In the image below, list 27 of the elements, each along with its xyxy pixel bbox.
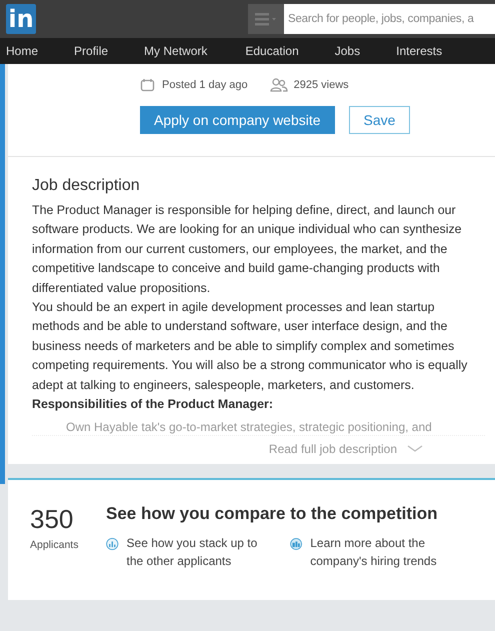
section-heading: Job description <box>32 177 141 195</box>
save-button[interactable]: Save <box>348 106 410 134</box>
applicant-label: Applicants <box>30 539 80 552</box>
menu-button[interactable] <box>248 4 284 34</box>
logo[interactable]: in <box>6 4 36 34</box>
menu-icon <box>255 12 277 26</box>
faded-bullet-text: Own Hayable tak's go-to-market strategies, strategic positioning, and <box>32 420 485 436</box>
competition-link[interactable]: See how you stack up to the other applicants <box>126 534 276 570</box>
chevron-down-icon <box>407 445 423 454</box>
people-icon <box>270 78 288 92</box>
nav-link[interactable]: Education <box>245 44 299 58</box>
description-paragraph: You should be an expert in agile development processes and lean startup methods and be able to understand software, user interface design, and the business needs of marketers and be able to simplify complex and sometimes competing requirements. You will also be a strong communicator who is equally adept at talking to engineers, salespeople, marketers, and customers. <box>32 299 468 394</box>
nav-link[interactable]: Profile <box>74 44 108 58</box>
calendar-icon <box>140 78 156 92</box>
search-field[interactable]: Search for people, jobs, companies, a <box>284 4 495 34</box>
apply-button[interactable]: Apply on company website <box>140 106 335 134</box>
subheading: Responsibilities of the Product Manager: <box>32 396 274 414</box>
competition-link[interactable]: Learn more about the company's hiring trends <box>310 534 460 570</box>
description-paragraph: The Product Manager is responsible for helping define, direct, and launch our software products. We are looking for an unique individual who can synthesize information from our current customers, our employees, the market, and the competitive landscape to conceive and build game-changing products with differentiated value propositions. <box>32 202 463 297</box>
nav-link[interactable]: Home <box>6 44 38 58</box>
nav-link[interactable]: Interests <box>396 44 442 58</box>
posted-date: Posted 1 day ago <box>162 79 248 91</box>
nav-link[interactable]: My Network <box>144 44 208 58</box>
view-count: 2925 views <box>294 79 349 91</box>
competition-title: See how you compare to the competition <box>106 504 439 524</box>
nav-link[interactable]: Jobs <box>334 44 360 58</box>
applicant-count: 350 <box>30 504 74 536</box>
